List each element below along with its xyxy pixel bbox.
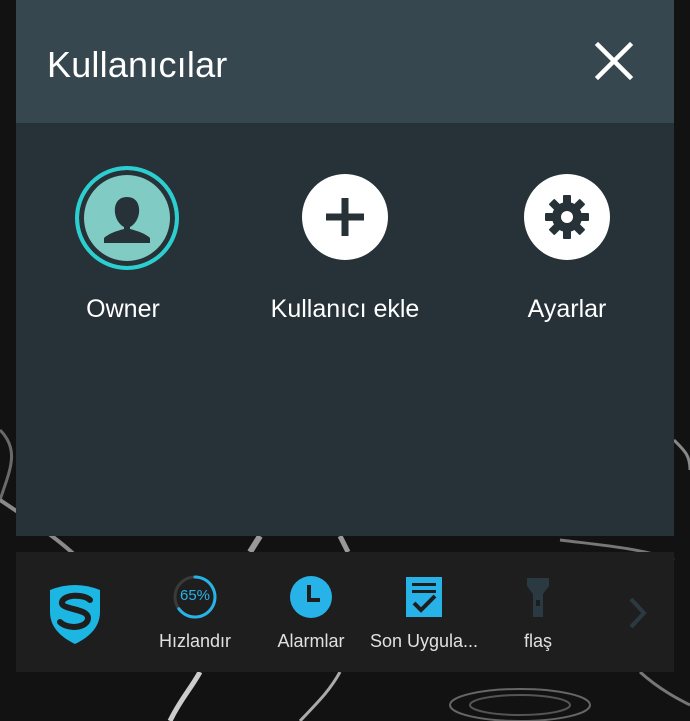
chevron-right-icon [629, 597, 647, 629]
dock-item-flashlight[interactable]: flaş [498, 552, 578, 672]
clock-icon [290, 576, 332, 618]
close-button[interactable] [589, 36, 639, 86]
tile-label-settings: Ayarlar [527, 295, 607, 323]
user-tile-settings[interactable]: Ayarlar [462, 160, 672, 340]
user-tile-owner[interactable]: Owner [18, 160, 228, 340]
dock-label-recent-apps: Son Uygula... [369, 631, 479, 651]
close-icon [594, 41, 634, 81]
dock-label-boost: Hızlandır [158, 631, 232, 651]
panel-title: Kullanıcılar [47, 44, 228, 85]
gear-icon [545, 195, 589, 239]
dock-label-alarms: Alarmlar [277, 631, 345, 651]
dock-item-security-logo[interactable] [30, 552, 120, 672]
plus-icon [326, 198, 364, 236]
dock-item-recent-apps[interactable]: Son Uygula... [364, 552, 484, 672]
panel-header: Kullanıcılar [16, 0, 674, 123]
flashlight-icon [527, 578, 549, 617]
add-user-circle [302, 174, 388, 260]
dock-next-button[interactable] [620, 552, 656, 672]
dock-item-boost[interactable]: 65% Hızlandır [148, 552, 242, 672]
user-avatar-icon [104, 197, 150, 243]
checklist-icon [406, 577, 442, 617]
dock-label-flashlight: flaş [523, 631, 552, 651]
security-shield-logo-icon [50, 585, 100, 644]
bottom-dock: 65% Hızlandır Alarmlar Son Uygula... fla… [16, 552, 674, 672]
user-tile-add-user[interactable]: Kullanıcı ekle [240, 160, 450, 340]
owner-avatar [75, 166, 179, 270]
settings-circle [524, 174, 610, 260]
users-panel: Kullanıcılar Owner Kullanıcı ekle Ayarla… [16, 0, 674, 536]
tile-label-owner: Owner [86, 295, 160, 323]
dock-item-alarms[interactable]: Alarmlar [266, 552, 356, 672]
tile-label-add-user: Kullanıcı ekle [270, 295, 420, 323]
boost-gauge: 65% [172, 574, 218, 620]
boost-percent: 65% [179, 587, 211, 604]
